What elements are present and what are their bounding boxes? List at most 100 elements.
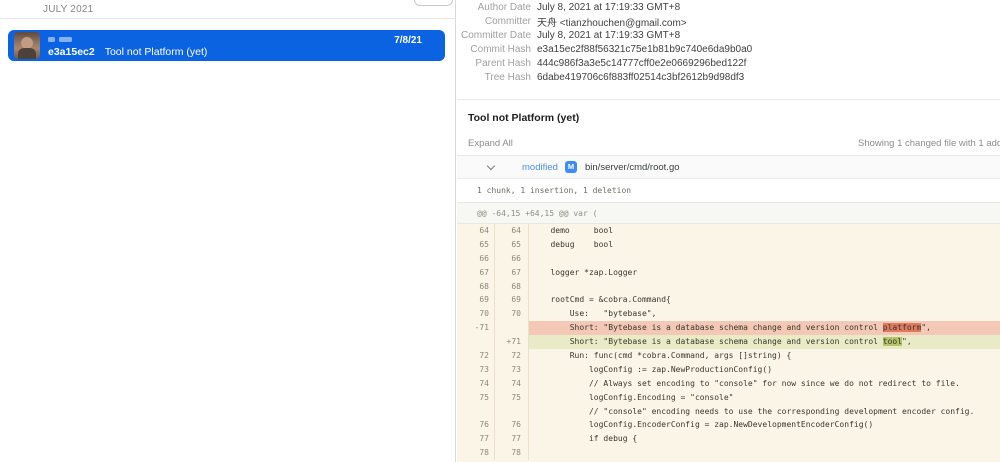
- old-line-number: 73: [457, 363, 495, 377]
- code-line: logger *zap.Logger: [529, 266, 1000, 280]
- new-line-number: 75: [495, 391, 529, 405]
- app-window: JULY 2021 7/8/21 e3a15ec2Tool not Platfo…: [0, 0, 1000, 462]
- new-line-number: 74: [495, 377, 529, 391]
- ref-badge-icon: [48, 37, 55, 42]
- new-line-number: 76: [495, 418, 529, 432]
- commit-message-title: Tool not Platform (yet): [468, 112, 579, 124]
- metadata-row: Committer Date July 8, 2021 at 17:19:33 …: [457, 28, 1000, 42]
- metadata-row: Tree Hash 6dabe419706c6f883ff02514c3bf26…: [457, 70, 1000, 84]
- code-line: if debug {: [529, 432, 1000, 446]
- code-line: rootCmd = &cobra.Command{: [529, 293, 1000, 307]
- old-line-number: 64: [457, 224, 495, 238]
- diff-row: 73 73 logConfig := zap.NewProductionConf…: [457, 363, 1000, 377]
- old-line-number: 78: [457, 446, 495, 460]
- word-diff-highlight: platform: [883, 323, 922, 332]
- metadata-label: Tree Hash: [457, 72, 531, 83]
- file-status-label: modified: [522, 162, 558, 173]
- word-diff-highlight: tool: [883, 337, 902, 346]
- old-line-number: 68: [457, 280, 495, 294]
- commit-list-panel: JULY 2021 7/8/21 e3a15ec2Tool not Platfo…: [0, 0, 456, 462]
- new-line-number: [495, 405, 529, 419]
- diff-row: 64 64 demo bool: [457, 224, 1000, 238]
- code-line: debug bool: [529, 238, 1000, 252]
- new-line-number: 77: [495, 432, 529, 446]
- metadata-label: Committer Date: [457, 30, 531, 41]
- new-line-number: 64: [495, 224, 529, 238]
- new-line-number: 78: [495, 446, 529, 460]
- commit-message: Tool not Platform (yet): [105, 46, 208, 58]
- old-line-number: 72: [457, 349, 495, 363]
- chevron-down-icon[interactable]: [488, 163, 495, 170]
- diff-row: 69 69 rootCmd = &cobra.Command{: [457, 293, 1000, 307]
- code-line: // "console" encoding needs to use the c…: [529, 405, 1000, 419]
- modified-badge: M: [565, 161, 577, 173]
- changed-file-row[interactable]: modified M bin/server/cmd/root.go: [457, 156, 1000, 179]
- chunk-note: 1 chunk, 1 insertion, 1 deletion: [477, 186, 631, 195]
- commit-list-section-header: JULY 2021: [0, 0, 455, 19]
- metadata-value: 444c986f3a3e5c14777cff0e2e0669296bed122f: [537, 58, 746, 69]
- old-line-number: 69: [457, 293, 495, 307]
- code-line: [529, 252, 1000, 266]
- new-line-number: 66: [495, 252, 529, 266]
- diff-row: +71 Short: "Bytebase is a database schem…: [457, 335, 1000, 349]
- code-line: logConfig.EncoderConfig = zap.NewDevelop…: [529, 418, 1000, 432]
- code-line: Short: "Bytebase is a database schema ch…: [529, 335, 1000, 349]
- commit-details-panel: Author 天舟 <tianzhouchen@gmail.com> Autho…: [457, 0, 1000, 462]
- divider: [457, 99, 1000, 100]
- commit-list-item-selected[interactable]: 7/8/21 e3a15ec2Tool not Platform (yet): [8, 30, 445, 61]
- old-line-number: 76: [457, 418, 495, 432]
- metadata-label: Author Date: [457, 2, 531, 13]
- old-line-number: 65: [457, 238, 495, 252]
- diff-row: 75 75 logConfig.Encoding = "console": [457, 391, 1000, 405]
- metadata-value: 6dabe419706c6f883ff02514c3bf2612b9d98df3: [537, 72, 744, 83]
- new-line-number: 73: [495, 363, 529, 377]
- code-line: Run: func(cmd *cobra.Command, args []str…: [529, 349, 1000, 363]
- diff-row: 74 74 // Always set encoding to "console…: [457, 377, 1000, 391]
- new-line-number: 65: [495, 238, 529, 252]
- metadata-value: e3a15ec2f88f56321c75e1b81b9c740e6da9b0a0: [537, 44, 752, 55]
- metadata-label: Commit Hash: [457, 44, 531, 55]
- metadata-row: Parent Hash 444c986f3a3e5c14777cff0e2e06…: [457, 56, 1000, 70]
- metadata-list: Author 天舟 <tianzhouchen@gmail.com> Autho…: [457, 0, 1000, 84]
- code-line: [529, 446, 1000, 460]
- code-line: Short: "Bytebase is a database schema ch…: [529, 321, 1000, 335]
- diff-row: 65 65 debug bool: [457, 238, 1000, 252]
- metadata-label: Parent Hash: [457, 58, 531, 69]
- new-line-number: 69: [495, 293, 529, 307]
- code-line: [529, 280, 1000, 294]
- metadata-value: July 8, 2021 at 17:19:33 GMT+8: [537, 2, 680, 13]
- hunk-header-text: @@ -64,15 +64,15 @@ var (: [477, 209, 597, 218]
- code-line: logConfig.Encoding = "console": [529, 391, 1000, 405]
- metadata-row: Committer 天舟 <tianzhouchen@gmail.com>: [457, 14, 1000, 28]
- metadata-value: July 8, 2021 at 17:19:33 GMT+8: [537, 30, 680, 41]
- diff-row: 66 66: [457, 252, 1000, 266]
- old-line-number: 74: [457, 377, 495, 391]
- old-line-number: 66: [457, 252, 495, 266]
- expand-all-button[interactable]: Expand All: [468, 138, 513, 149]
- old-line-number: -71: [457, 321, 495, 335]
- diff-row: -71 Short: "Bytebase is a database schem…: [457, 321, 1000, 335]
- section-header-label: JULY 2021: [43, 4, 93, 15]
- changed-files-summary: Showing 1 changed file with 1 addition a…: [858, 138, 1000, 149]
- old-line-number: 70: [457, 307, 495, 321]
- diff-row: 77 77 if debug {: [457, 432, 1000, 446]
- diff-row: 72 72 Run: func(cmd *cobra.Command, args…: [457, 349, 1000, 363]
- diff-row: // "console" encoding needs to use the c…: [457, 405, 1000, 419]
- code-line: // Always set encoding to "console" for …: [529, 377, 1000, 391]
- commit-date: 7/8/21: [394, 35, 422, 46]
- diff-row: 67 67 logger *zap.Logger: [457, 266, 1000, 280]
- new-line-number: +71: [495, 335, 529, 349]
- metadata-label: Committer: [457, 16, 531, 27]
- commit-summary-line: e3a15ec2Tool not Platform (yet): [48, 46, 207, 58]
- new-line-number: 72: [495, 349, 529, 363]
- code-line: logConfig := zap.NewProductionConfig(): [529, 363, 1000, 377]
- old-line-number: [457, 405, 495, 419]
- diff-table: 64 64 demo bool 65 65 debug bool 66 66 6…: [457, 224, 1000, 462]
- hunk-header-row: @@ -64,15 +64,15 @@ var (: [457, 202, 1000, 224]
- diff-row: 76 76 logConfig.EncoderConfig = zap.NewD…: [457, 418, 1000, 432]
- diff-row: 78 78: [457, 446, 1000, 460]
- file-path: bin/server/cmd/root.go: [585, 162, 680, 173]
- code-line: demo bool: [529, 224, 1000, 238]
- metadata-row: Commit Hash e3a15ec2f88f56321c75e1b81b9c…: [457, 42, 1000, 56]
- new-line-number: 68: [495, 280, 529, 294]
